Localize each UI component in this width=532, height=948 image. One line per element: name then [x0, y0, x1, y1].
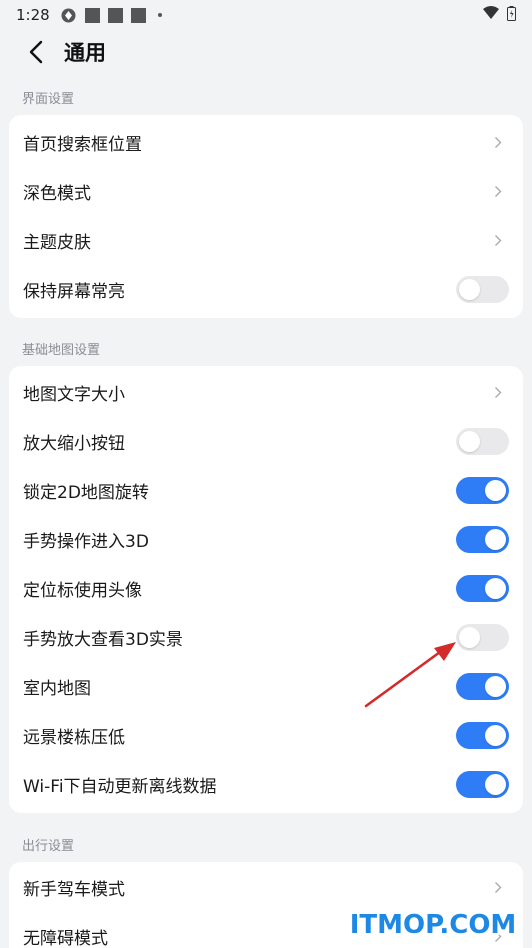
- row-gesture-3d: 手势操作进入3D: [9, 515, 523, 564]
- chevron-right-icon: [489, 384, 507, 402]
- row-lock-2d-rotation: 锁定2D地图旋转: [9, 466, 523, 515]
- row-label: 锁定2D地图旋转: [23, 483, 149, 503]
- notification-icon: [107, 7, 123, 23]
- lower-distant-buildings-toggle[interactable]: [456, 722, 509, 749]
- sync-icon: [60, 7, 77, 24]
- row-label: 主题皮肤: [23, 233, 91, 253]
- toggle-knob: [485, 578, 506, 599]
- row-label: 手势放大查看3D实景: [23, 630, 183, 650]
- row-label: 远景楼栋压低: [23, 728, 125, 748]
- chevron-right-icon: [489, 232, 507, 250]
- notification-icon: [130, 7, 146, 23]
- row-keep-screen-on: 保持屏幕常亮: [9, 265, 523, 314]
- wifi-offline-update-toggle[interactable]: [456, 771, 509, 798]
- row-map-text-size[interactable]: 地图文字大小: [9, 368, 523, 417]
- row-label: 定位标使用头像: [23, 581, 142, 601]
- chevron-right-icon: [489, 879, 507, 897]
- row-gesture-3d-street-view: 手势放大查看3D实景: [9, 613, 523, 662]
- page-title: 通用: [64, 41, 106, 65]
- section-title-interface: 界面设置: [22, 92, 75, 107]
- watermark-logo: ITMOP.COM ITMOP.COM: [348, 904, 518, 944]
- row-zoom-buttons: 放大缩小按钮: [9, 417, 523, 466]
- lock-2d-rotation-toggle[interactable]: [456, 477, 509, 504]
- toggle-knob: [485, 774, 506, 795]
- row-label: 保持屏幕常亮: [23, 282, 125, 302]
- toggle-knob: [459, 627, 480, 648]
- gesture-3d-street-view-toggle[interactable]: [456, 624, 509, 651]
- row-indoor-map: 室内地图: [9, 662, 523, 711]
- row-label: 手势操作进入3D: [23, 532, 149, 552]
- row-label: 深色模式: [23, 184, 91, 204]
- toggle-knob: [485, 529, 506, 550]
- avatar-location-marker-toggle[interactable]: [456, 575, 509, 602]
- row-dark-mode[interactable]: 深色模式: [9, 167, 523, 216]
- indoor-map-toggle[interactable]: [456, 673, 509, 700]
- row-label: 首页搜索框位置: [23, 135, 142, 155]
- gesture-3d-toggle[interactable]: [456, 526, 509, 553]
- svg-text:ITMOP.COM: ITMOP.COM: [350, 910, 517, 940]
- row-label: Wi-Fi下自动更新离线数据: [23, 777, 217, 797]
- row-label: 放大缩小按钮: [23, 434, 125, 454]
- row-avatar-location-marker: 定位标使用头像: [9, 564, 523, 613]
- row-search-box-position[interactable]: 首页搜索框位置: [9, 118, 523, 167]
- notification-icon: [84, 7, 100, 23]
- status-bar: 1:28: [0, 0, 532, 30]
- back-arrow-icon: [29, 40, 43, 64]
- status-time: 1:28: [16, 6, 50, 24]
- row-lower-distant-buildings: 远景楼栋压低: [9, 711, 523, 760]
- chevron-right-icon: [489, 134, 507, 152]
- app-header: 通用: [0, 30, 532, 74]
- row-label: 室内地图: [23, 679, 91, 699]
- toggle-knob: [459, 431, 480, 452]
- zoom-buttons-toggle[interactable]: [456, 428, 509, 455]
- toggle-knob: [485, 725, 506, 746]
- toggle-knob: [485, 480, 506, 501]
- row-theme-skin[interactable]: 主题皮肤: [9, 216, 523, 265]
- wifi-icon: [483, 6, 499, 24]
- chevron-right-icon: [489, 183, 507, 201]
- toggle-knob: [485, 676, 506, 697]
- back-button[interactable]: [22, 32, 50, 72]
- row-label: 新手驾车模式: [23, 880, 125, 900]
- toggle-knob: [459, 279, 480, 300]
- battery-icon: [507, 5, 516, 25]
- keep-screen-on-toggle[interactable]: [456, 276, 509, 303]
- row-wifi-offline-update: Wi-Fi下自动更新离线数据: [9, 760, 523, 809]
- card-interface-settings: 首页搜索框位置 深色模式 主题皮肤 保持屏幕常亮: [9, 115, 523, 318]
- card-basic-map-settings: 地图文字大小 放大缩小按钮 锁定2D地图旋转 手势操作进入3D 定位标使用头像 …: [9, 366, 523, 813]
- more-notifications-icon: [157, 13, 162, 17]
- section-title-basic-map: 基础地图设置: [22, 343, 101, 358]
- section-title-travel: 出行设置: [22, 839, 75, 854]
- row-label: 地图文字大小: [23, 385, 125, 405]
